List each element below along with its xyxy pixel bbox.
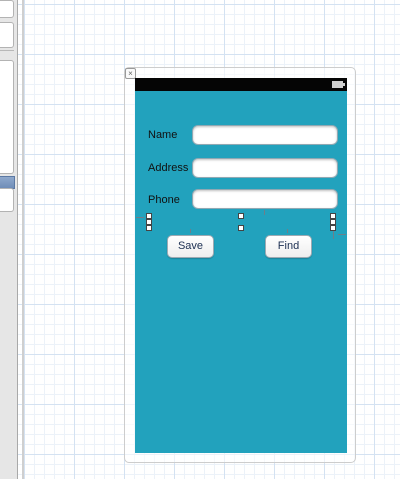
sidebar-panel-field[interactable] bbox=[0, 22, 14, 48]
resize-handle[interactable] bbox=[238, 225, 244, 231]
resize-handle[interactable] bbox=[146, 225, 152, 231]
address-field[interactable] bbox=[192, 158, 338, 178]
phone-label: Phone bbox=[148, 194, 180, 206]
sidebar-panel-bottom[interactable] bbox=[0, 188, 14, 212]
sidebar-panel-list[interactable] bbox=[0, 60, 14, 174]
save-button[interactable]: Save bbox=[167, 235, 214, 258]
status-bar bbox=[135, 78, 347, 91]
phone-field[interactable] bbox=[192, 189, 338, 209]
alignment-guide bbox=[333, 231, 334, 239]
sidebar-divider bbox=[0, 50, 14, 51]
name-field[interactable] bbox=[192, 125, 338, 145]
alignment-guide bbox=[338, 234, 346, 235]
inspector-sidebar bbox=[0, 0, 18, 479]
address-label: Address bbox=[148, 162, 189, 174]
find-button[interactable]: Find bbox=[265, 235, 312, 258]
alignment-guide bbox=[287, 229, 288, 233]
name-label: Name bbox=[148, 129, 178, 141]
alignment-guide bbox=[264, 210, 265, 215]
sidebar-panel-top[interactable] bbox=[0, 0, 14, 18]
canvas-scroll-track bbox=[22, 0, 24, 479]
main-view[interactable] bbox=[135, 91, 347, 453]
resize-handle[interactable] bbox=[238, 213, 244, 219]
alignment-guide bbox=[190, 229, 191, 233]
alignment-guide bbox=[136, 217, 144, 218]
battery-icon bbox=[332, 81, 345, 88]
